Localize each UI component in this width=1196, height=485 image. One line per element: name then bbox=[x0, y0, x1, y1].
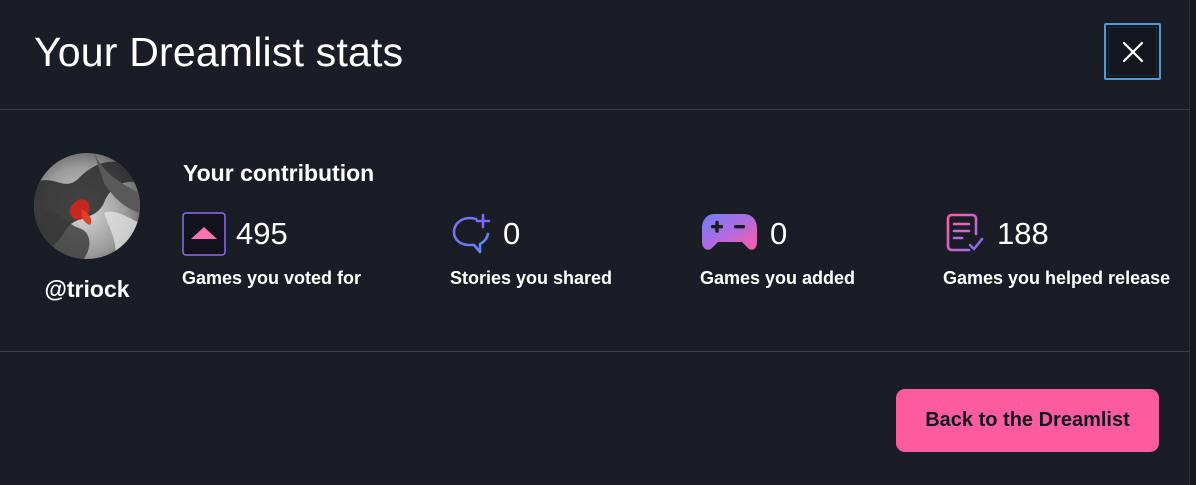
stat-votes-label: Games you voted for bbox=[182, 268, 362, 288]
gamepad-icon bbox=[702, 214, 757, 250]
stat-games-added-value: 0 bbox=[770, 216, 788, 251]
upvote-icon bbox=[182, 212, 226, 256]
stat-games-added-label: Games you added bbox=[700, 268, 856, 288]
back-to-dreamlist-button[interactable]: Back to the Dreamlist bbox=[896, 389, 1159, 452]
checklist-icon bbox=[946, 213, 984, 252]
comment-plus-icon bbox=[452, 213, 491, 254]
stat-helped-release-value: 188 bbox=[997, 216, 1049, 251]
avatar bbox=[34, 153, 140, 259]
stat-stories-value: 0 bbox=[503, 216, 521, 251]
dialog-header: Your Dreamlist stats bbox=[0, 0, 1190, 110]
close-icon bbox=[1122, 41, 1143, 62]
contribution-title: Your contribution bbox=[183, 160, 375, 186]
stat-stories-label: Stories you shared bbox=[450, 268, 613, 288]
stat-helped-release-label: Games you helped release bbox=[943, 268, 1171, 288]
page-edge bbox=[1190, 0, 1196, 485]
dialog-body: @triock Your contribution 495 Games you … bbox=[0, 110, 1190, 352]
dreamlist-stats-dialog: Your Dreamlist stats @triock Your contri… bbox=[0, 0, 1190, 485]
dialog-title: Your Dreamlist stats bbox=[34, 29, 404, 75]
username: @triock bbox=[44, 276, 130, 302]
close-button[interactable] bbox=[1104, 23, 1161, 80]
stat-votes-value: 495 bbox=[236, 216, 288, 251]
